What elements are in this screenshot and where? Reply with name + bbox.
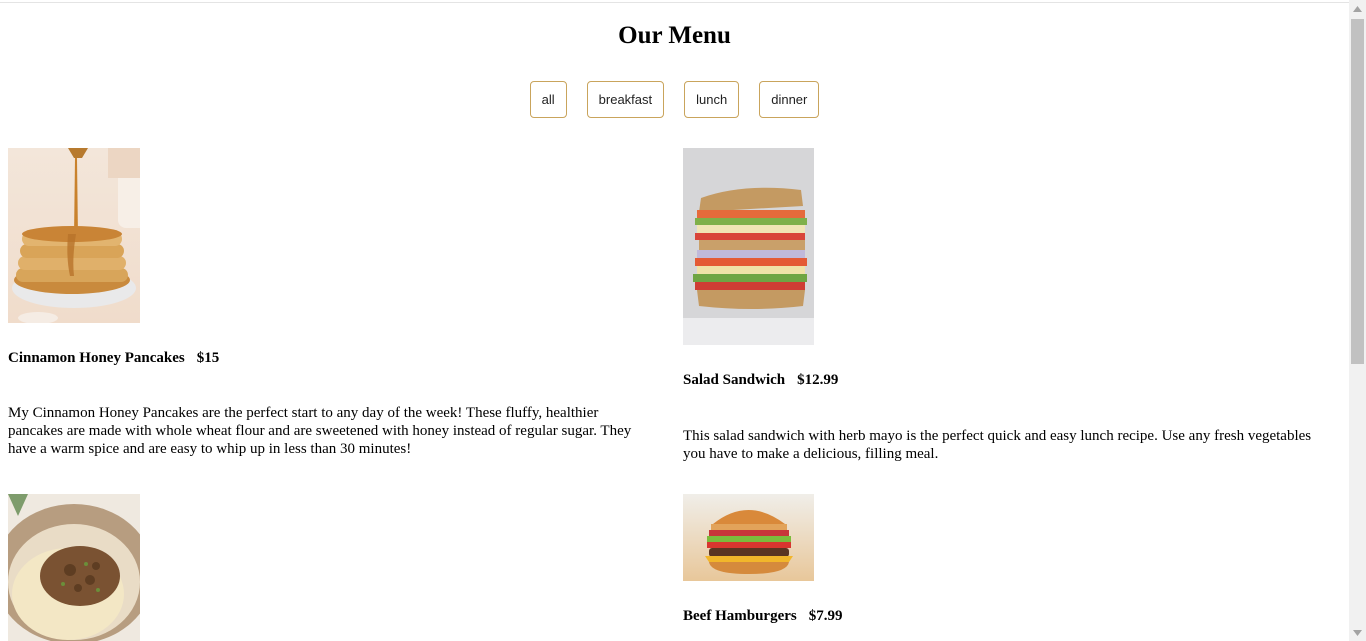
item-title-row: Beef Hamburgers $7.99 xyxy=(683,607,1323,625)
dinner-dish-image xyxy=(8,494,140,641)
menu-item-beef-hamburgers: Beef Hamburgers $7.99 xyxy=(683,494,1323,625)
filter-all-button[interactable]: all xyxy=(529,81,567,118)
top-divider xyxy=(0,0,1349,3)
item-description: This salad sandwich with herb mayo is th… xyxy=(683,428,1312,462)
chevron-up-icon[interactable] xyxy=(1349,0,1366,17)
vertical-scrollbar[interactable] xyxy=(1349,0,1366,641)
hamburger-image xyxy=(683,494,814,581)
pancakes-image xyxy=(8,148,140,323)
dinner-dish-illustration xyxy=(8,494,140,641)
item-price: $15 xyxy=(196,350,220,366)
page-title: Our Menu xyxy=(618,22,731,49)
filter-dinner-button[interactable]: dinner xyxy=(759,81,820,118)
hamburger-illustration xyxy=(705,510,793,574)
menu-item-dinner-dish xyxy=(8,494,648,641)
menu-item-salad-sandwich: Salad Sandwich $12.99 This salad sandwich… xyxy=(683,148,1323,463)
salad-sandwich-image xyxy=(683,148,814,345)
menu-item-pancakes: Cinnamon Honey Pancakes $15 My Cinnamon H… xyxy=(8,148,648,458)
item-name: Cinnamon Honey Pancakes xyxy=(8,350,185,366)
pancakes-illustration xyxy=(12,148,140,323)
salad-sandwich-illustration xyxy=(683,187,814,345)
chevron-down-icon[interactable] xyxy=(1349,624,1366,641)
item-title-row: Salad Sandwich $12.99 xyxy=(683,371,1323,389)
item-name: Salad Sandwich xyxy=(683,372,786,388)
scrollbar-thumb[interactable] xyxy=(1351,19,1364,364)
filter-bar: all breakfast lunch dinner xyxy=(0,81,1349,118)
item-name: Beef Hamburgers xyxy=(683,608,797,624)
item-title-row: Cinnamon Honey Pancakes $15 xyxy=(8,349,648,367)
filter-breakfast-button[interactable]: breakfast xyxy=(586,81,665,118)
item-price: $12.99 xyxy=(797,372,839,388)
item-price: $7.99 xyxy=(808,608,843,624)
item-description: My Cinnamon Honey Pancakes are the perfe… xyxy=(8,405,632,457)
menu-page: Our Menu all breakfast lunch dinner Cinn… xyxy=(0,0,1349,641)
filter-lunch-button[interactable]: lunch xyxy=(684,81,740,118)
